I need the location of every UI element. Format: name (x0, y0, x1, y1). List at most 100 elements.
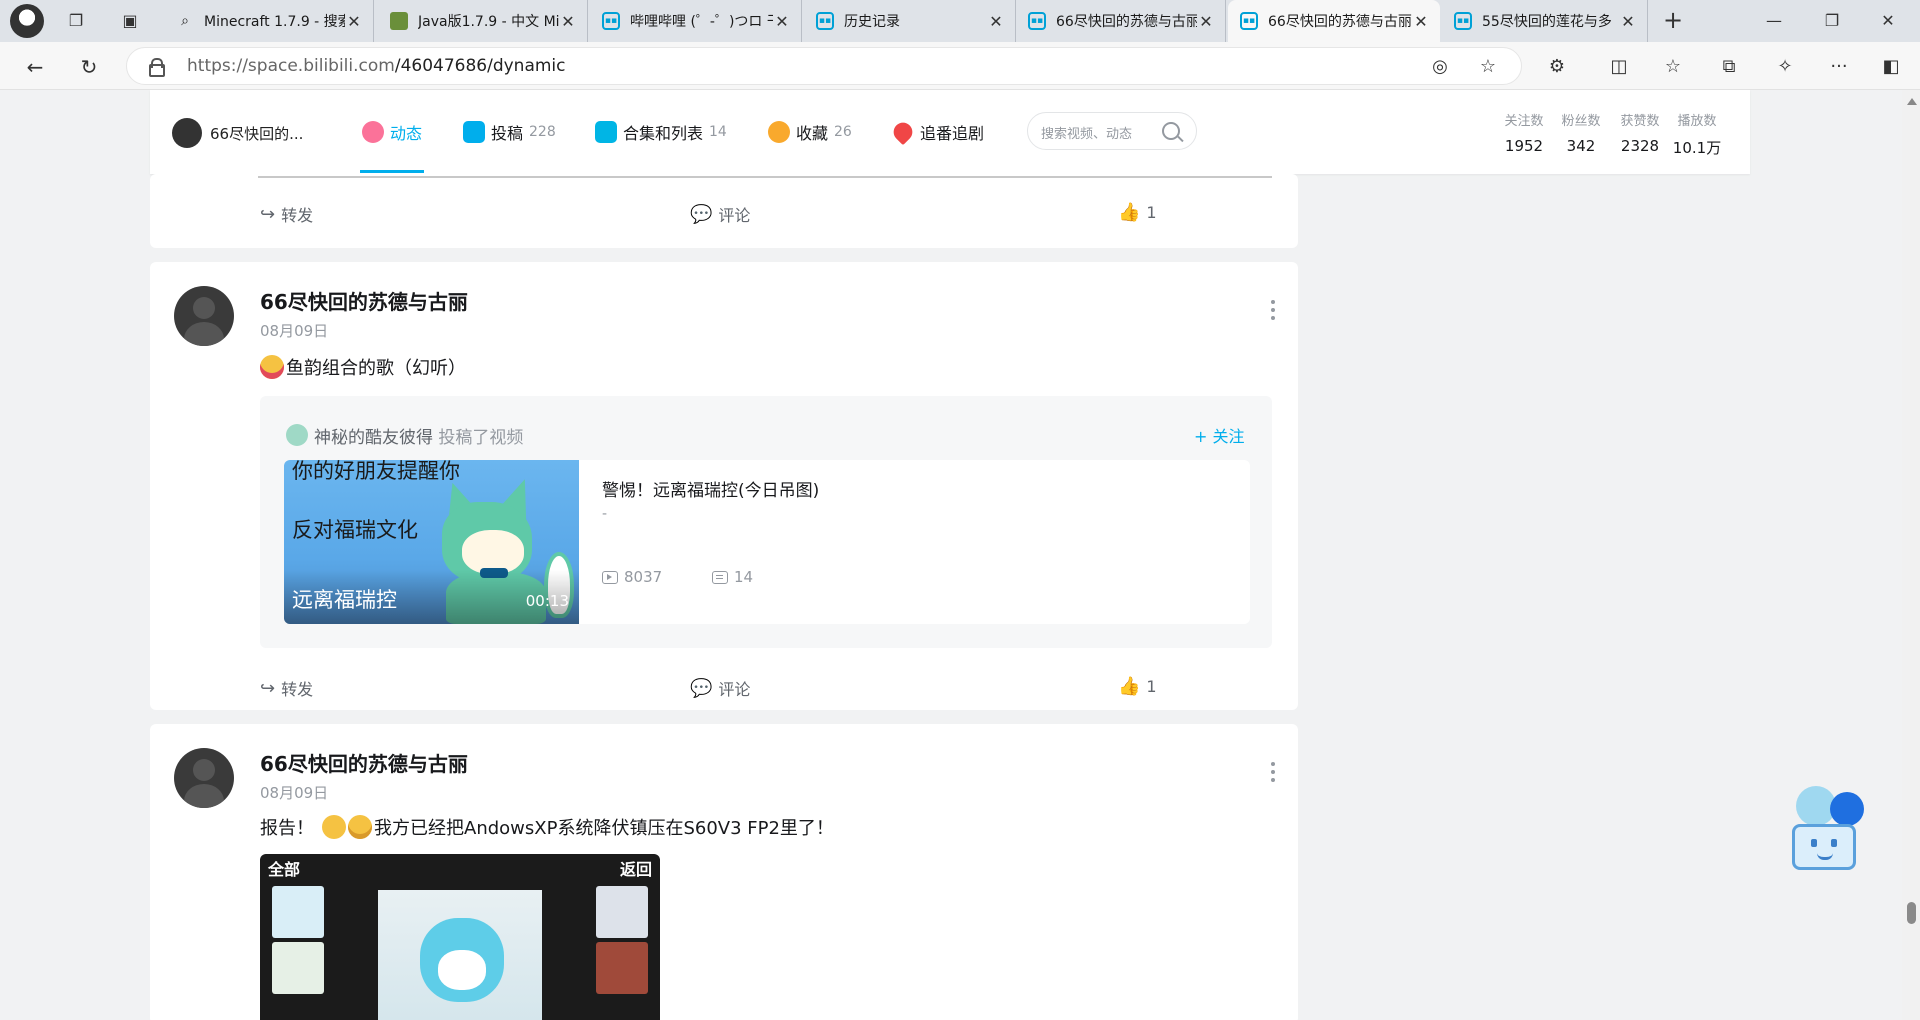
tab-dynamic[interactable]: 动态 (362, 120, 422, 144)
post-text: 鱼韵组合的歌（幻听） (260, 354, 466, 380)
tab-user-space[interactable]: ▪▪ 66尽快回的苏德与古丽的个人空间 ✕ (1016, 0, 1226, 42)
avatar[interactable] (174, 286, 234, 346)
tab-bilibili-home[interactable]: ▪▪ 哔哩哔哩 (゜-゜)つロ 干杯~-bilibili ✕ (590, 0, 802, 42)
scrollbar-thumb[interactable] (1907, 902, 1916, 924)
danmaku-count: 14 (712, 568, 753, 586)
page-scrollbar[interactable] (1902, 90, 1920, 1020)
post-actions: ↪ 转发 💬 评论 👍 1 (150, 668, 1298, 708)
forwarded-user: 神秘的酷友彼得 投稿了视频 (314, 428, 524, 448)
extensions-icon[interactable]: ⚙ (1542, 52, 1572, 82)
page-content: 66尽快回的... 动态 投稿 228 合集和列表 14 收藏 26 追番追剧 … (0, 90, 1902, 1020)
close-tab-icon[interactable]: ✕ (559, 12, 577, 31)
minimize-icon[interactable]: — (1754, 8, 1794, 34)
bilibili-icon: ▪▪ (1454, 12, 1472, 30)
forwarded-content[interactable]: 神秘的酷友彼得 投稿了视频 + 关注 你的好朋友提醒你 反对福瑞文化 远离福瑞控 (260, 396, 1272, 648)
tab-history[interactable]: ▪▪ 历史记录 ✕ (804, 0, 1016, 42)
space-search-input[interactable]: 搜索视频、动态 (1027, 112, 1197, 150)
tab-other-space[interactable]: ▪▪ 55尽快回的莲花与多 ✕ (1442, 0, 1648, 42)
heart-eyes-emoji-icon (260, 355, 284, 379)
post-card: 66尽快回的苏德与古丽 08月09日 鱼韵组合的歌（幻听） 神秘的酷友彼得 投稿… (150, 262, 1298, 710)
profile-avatar[interactable] (10, 4, 44, 38)
comment-icon: 💬 (690, 203, 713, 225)
close-tab-icon[interactable]: ✕ (345, 12, 363, 31)
new-tab-button[interactable]: + (1658, 6, 1688, 36)
scroll-up-icon[interactable] (1907, 98, 1917, 105)
video-card[interactable]: 你的好朋友提醒你 反对福瑞文化 远离福瑞控 00:13 警惕！远离福瑞控(今日吊… (284, 460, 1250, 624)
thumbs-up-icon: 👍 (1118, 202, 1141, 223)
avatar[interactable] (174, 748, 234, 808)
close-tab-icon[interactable]: ✕ (987, 12, 1005, 31)
bilibili-icon: ▪▪ (1240, 12, 1258, 30)
favorite-star-icon[interactable]: ☆ (1475, 54, 1501, 80)
comment-button[interactable]: 💬 评论 (690, 676, 750, 700)
close-tab-icon[interactable]: ✕ (1197, 12, 1215, 31)
favorites-icon[interactable]: ☆ (1658, 52, 1688, 82)
mascot-widget[interactable] (1790, 786, 1876, 880)
tab-minecraft-search[interactable]: ⌕ Minecraft 1.7.9 - 搜索 ✕ (164, 0, 374, 42)
share-icon: ↪ (260, 677, 276, 699)
address-bar[interactable]: https://space.bilibili.com/46047686/dyna… (126, 47, 1522, 85)
tab-minecraft-wiki[interactable]: Java版1.7.9 - 中文 Minecraft Wiki ✕ (378, 0, 588, 42)
danmaku-icon (712, 570, 728, 584)
playlist-icon (595, 121, 617, 143)
tab-collections[interactable]: 合集和列表 14 (595, 120, 727, 144)
bilibili-icon: ▪▪ (816, 12, 834, 30)
search-icon: ⌕ (181, 13, 189, 29)
refresh-icon[interactable]: ↻ (74, 52, 104, 82)
post-author[interactable]: 66尽快回的苏德与古丽 (260, 748, 468, 777)
minecraft-icon (390, 12, 408, 30)
play-count: 8037 (602, 568, 662, 586)
surprised-emoji-icon (322, 815, 346, 839)
post-image[interactable]: 全部 返回 (260, 854, 660, 1020)
lock-icon[interactable] (149, 58, 165, 77)
edge-icon[interactable]: ◎ (1427, 54, 1453, 80)
sidebar-icon[interactable]: ◧ (1876, 52, 1906, 82)
post-card: ↪ 转发 💬 评论 👍 1 (150, 174, 1298, 248)
tab-favorites[interactable]: 收藏 26 (768, 120, 852, 144)
post-author[interactable]: 66尽快回的苏德与古丽 (260, 286, 468, 315)
post-date[interactable]: 08月09日 (260, 782, 328, 803)
more-options-icon[interactable] (1270, 762, 1276, 786)
laughing-emoji-icon (348, 815, 372, 839)
tab-actions-icon[interactable]: ▣ (118, 9, 142, 33)
workspaces-icon[interactable]: ❐ (64, 9, 88, 33)
restore-icon[interactable]: ❐ (1812, 8, 1852, 34)
bilibili-icon: ▪▪ (602, 12, 620, 30)
like-button[interactable]: 👍 1 (1118, 676, 1157, 697)
repost-button[interactable]: ↪ 转发 (260, 202, 313, 226)
back-icon[interactable]: ← (20, 52, 50, 82)
split-screen-icon[interactable]: ◫ (1604, 52, 1634, 82)
more-options-icon[interactable] (1270, 300, 1276, 324)
post-date[interactable]: 08月09日 (260, 320, 328, 341)
avatar[interactable] (172, 118, 202, 148)
close-window-icon[interactable]: ✕ (1868, 8, 1908, 34)
tab-bangumi[interactable]: 追番追剧 (889, 118, 984, 146)
search-icon[interactable] (1162, 122, 1180, 140)
tab-user-dynamic[interactable]: ▪▪ 66尽快回的苏德与古丽的动态 ✕ (1228, 0, 1440, 42)
stat-followers[interactable]: 粉丝数 342 (1554, 110, 1608, 155)
video-icon (463, 121, 485, 143)
url-text[interactable]: https://space.bilibili.com/46047686/dyna… (187, 56, 566, 76)
browser-toolbar: ← ↻ https://space.bilibili.com/46047686/… (0, 42, 1920, 90)
avatar[interactable] (286, 424, 308, 446)
tab-uploads[interactable]: 投稿 228 (463, 120, 556, 144)
comment-button[interactable]: 💬 评论 (690, 202, 750, 226)
like-button[interactable]: 👍 1 (1118, 202, 1157, 223)
close-tab-icon[interactable]: ✕ (773, 12, 791, 31)
video-thumbnail[interactable]: 你的好朋友提醒你 反对福瑞文化 远离福瑞控 00:13 (284, 460, 579, 624)
video-title[interactable]: 警惕！远离福瑞控(今日吊图) (602, 476, 819, 501)
video-description: - (602, 506, 608, 522)
repost-button[interactable]: ↪ 转发 (260, 676, 313, 700)
copilot-icon[interactable]: ✧ (1770, 52, 1800, 82)
more-menu-icon[interactable]: ··· (1824, 52, 1854, 82)
space-navbar: 66尽快回的... 动态 投稿 228 合集和列表 14 收藏 26 追番追剧 … (150, 90, 1750, 174)
close-tab-icon[interactable]: ✕ (1619, 12, 1637, 31)
user-name[interactable]: 66尽快回的... (210, 123, 303, 144)
heart-icon (889, 118, 917, 146)
stat-following[interactable]: 关注数 1952 (1497, 110, 1551, 155)
close-tab-icon[interactable]: ✕ (1412, 12, 1430, 31)
follow-button[interactable]: + 关注 (1194, 423, 1245, 447)
post-card: 66尽快回的苏德与古丽 08月09日 报告！ 我方已经把AndowsXP系统降伏… (150, 724, 1298, 1020)
collections-icon[interactable]: ⧉ (1714, 52, 1744, 82)
post-text: 报告！ 我方已经把AndowsXP系统降伏镇压在S60V3 FP2里了！ (260, 814, 834, 840)
